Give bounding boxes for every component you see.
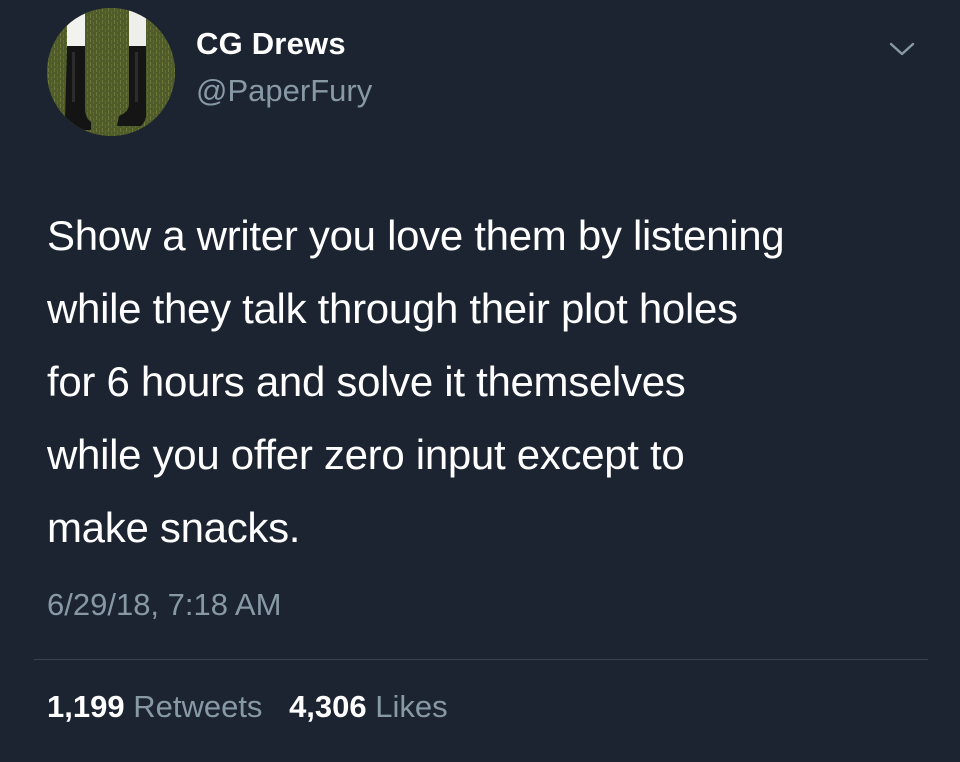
tweet-text-line: make snacks.	[47, 504, 301, 551]
avatar-image	[47, 8, 175, 136]
author-handle[interactable]: @PaperFury	[196, 73, 372, 109]
tweet-text-line: for 6 hours and solve it themselves	[47, 358, 686, 405]
tweet-text-line: while you offer zero input except to	[47, 431, 685, 478]
likes-count: 4,306	[289, 689, 367, 724]
divider	[34, 659, 928, 660]
tweet-text-line: while they talk through their plot holes	[47, 285, 738, 332]
tweet-stats: 1,199 Retweets 4,306 Likes	[47, 689, 466, 725]
avatar[interactable]	[47, 8, 175, 136]
tweet-text-line: Show a writer you love them by listening	[47, 212, 785, 259]
author-display-name[interactable]: CG Drews	[196, 26, 346, 62]
likes-label: Likes	[375, 689, 448, 724]
tweet-text: Show a writer you love them by listening…	[47, 199, 927, 564]
tweet-timestamp[interactable]: 6/29/18, 7:18 AM	[47, 587, 281, 623]
tweet-card: CG Drews @PaperFury Show a writer you lo…	[0, 0, 960, 762]
chevron-down-icon[interactable]	[884, 36, 920, 62]
likes-stat[interactable]: 4,306 Likes	[289, 689, 448, 725]
retweets-stat[interactable]: 1,199 Retweets	[47, 689, 262, 725]
retweets-label: Retweets	[133, 689, 263, 724]
retweets-count: 1,199	[47, 689, 125, 724]
